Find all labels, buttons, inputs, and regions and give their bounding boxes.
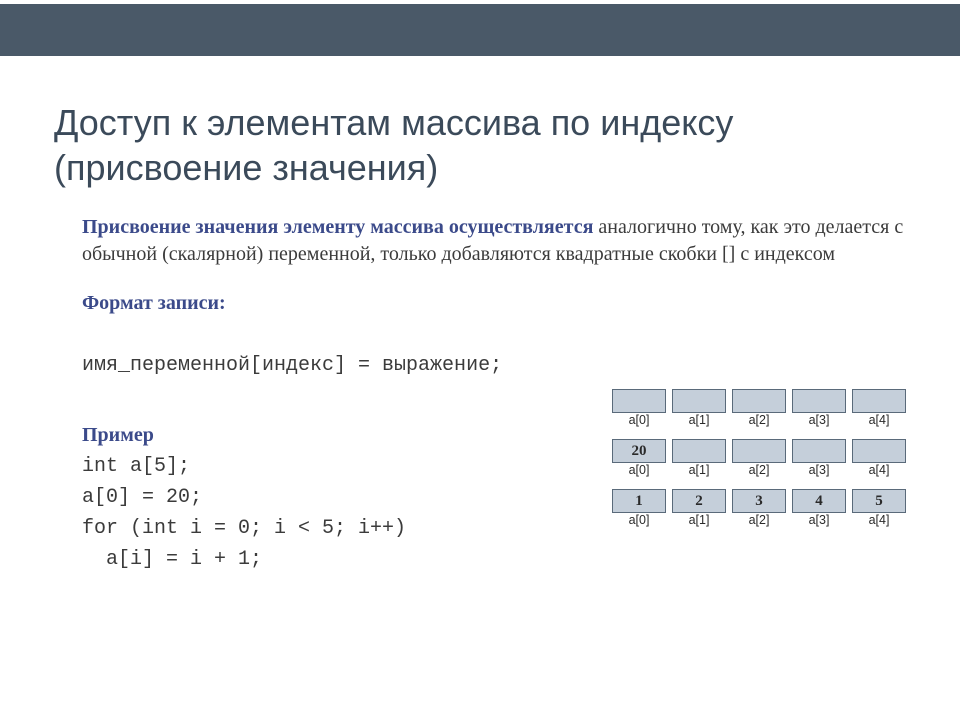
para-lead: Присвоение значения элементу массива осу… [82,216,593,238]
array-index-label: a[2] [732,463,786,477]
array-state-empty: a[0] a[1] a[2] a[3] a[4] [612,389,906,433]
code-line: int a[5]; [82,451,406,482]
array-cell: 5 [852,489,906,513]
array-cell [732,439,786,463]
title-band [0,0,960,60]
array-cell: 4 [792,489,846,513]
array-index-label: a[3] [792,513,846,527]
array-cell [792,439,846,463]
array-index-label: a[0] [612,513,666,527]
array-index-label: a[2] [732,413,786,427]
array-visuals: a[0] a[1] a[2] a[3] a[4] 20 a[0] a[ [612,389,906,535]
array-index-label: a[2] [732,513,786,527]
array-index-label: a[4] [852,513,906,527]
array-index-label: a[1] [672,513,726,527]
array-index-label: a[1] [672,413,726,427]
array-cell: 20 [612,439,666,463]
array-cell: 2 [672,489,726,513]
array-cell [672,389,726,413]
format-code: имя_переменной[индекс] = выражение; [82,352,906,379]
array-cell [792,389,846,413]
format-label: Формат записи: [82,290,906,317]
array-index-label: a[4] [852,413,906,427]
example-label: Пример [82,420,406,451]
array-index-label: a[0] [612,413,666,427]
example-code: Пример int a[5]; a[0] = 20; for (int i =… [82,389,406,575]
array-cell [852,439,906,463]
array-state-loop: 1 2 3 4 5 a[0] a[1] a[2] a[3] a[4] [612,489,906,533]
body-paragraph: Присвоение значения элементу массива осу… [82,214,906,379]
array-index-label: a[1] [672,463,726,477]
slide-content: Доступ к элементам массива по индексу (п… [0,60,960,575]
code-line: for (int i = 0; i < 5; i++) [82,513,406,544]
code-line: a[i] = i + 1; [82,544,406,575]
slide-title: Доступ к элементам массива по индексу (п… [54,100,906,190]
array-cell [732,389,786,413]
array-index-label: a[0] [612,463,666,477]
array-cell [612,389,666,413]
array-index-label: a[3] [792,413,846,427]
array-cell [672,439,726,463]
array-index-label: a[3] [792,463,846,477]
array-cell: 3 [732,489,786,513]
array-cell: 1 [612,489,666,513]
array-index-label: a[4] [852,463,906,477]
code-line: a[0] = 20; [82,482,406,513]
array-state-assign: 20 a[0] a[1] a[2] a[3] a[4] [612,439,906,483]
array-cell [852,389,906,413]
